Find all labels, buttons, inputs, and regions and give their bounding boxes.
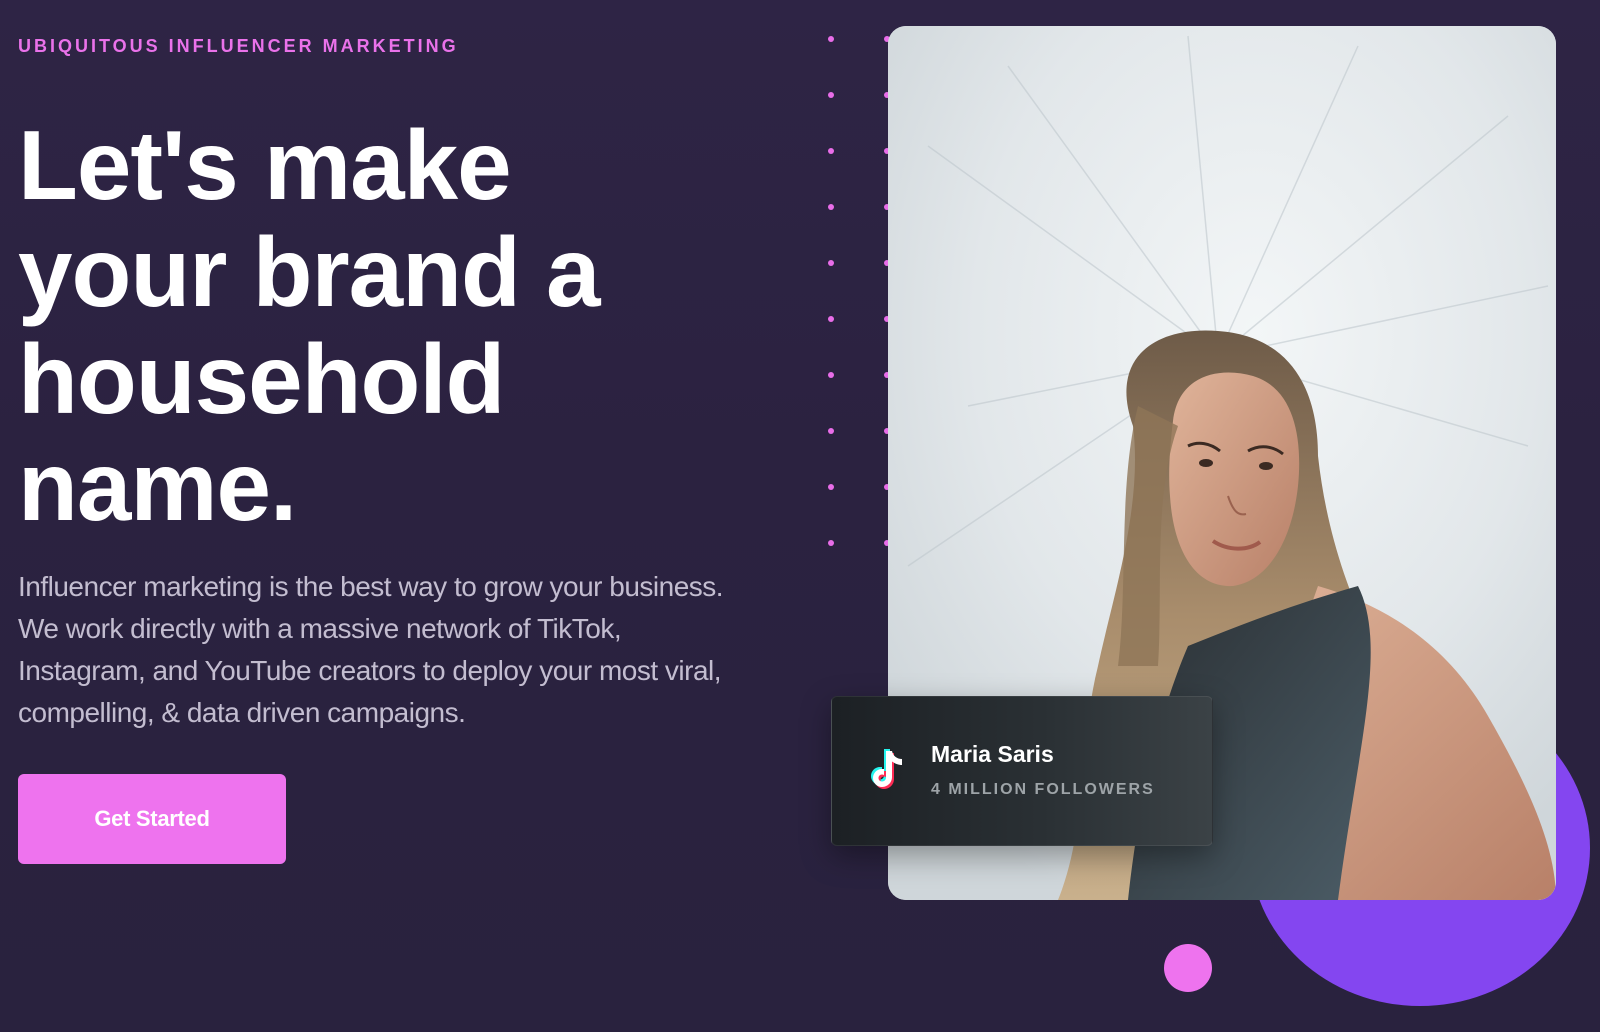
influencer-name: Maria Saris <box>931 741 1054 767</box>
decorative-pink-dot <box>1164 944 1212 992</box>
decorative-dot <box>828 92 834 98</box>
hero-headline: Let's make your brand a household name. <box>18 112 718 540</box>
decorative-dot <box>828 260 834 266</box>
headline-line: Let's make <box>18 110 512 220</box>
decorative-dot <box>828 428 834 434</box>
decorative-dot-grid <box>828 36 892 556</box>
decorative-dot <box>828 204 834 210</box>
hero-description: Influencer marketing is the best way to … <box>18 571 724 728</box>
decorative-dot <box>828 36 834 42</box>
decorative-dot <box>828 372 834 378</box>
headline-line: household <box>18 324 505 434</box>
get-started-button[interactable]: Get Started <box>18 774 286 864</box>
influencer-profile-card: Maria Saris 4 MILLION FOLLOWERS <box>831 696 1213 846</box>
decorative-dot <box>828 148 834 154</box>
influencer-followers: 4 MILLION FOLLOWERS <box>931 781 1155 798</box>
tiktok-icon <box>871 749 902 789</box>
headline-line: name. <box>18 431 297 541</box>
hero-eyebrow: UBIQUITOUS INFLUENCER MARKETING <box>18 36 459 56</box>
decorative-dot <box>828 484 834 490</box>
decorative-dot <box>828 540 834 546</box>
headline-line: your brand a <box>18 217 601 327</box>
decorative-dot <box>828 316 834 322</box>
